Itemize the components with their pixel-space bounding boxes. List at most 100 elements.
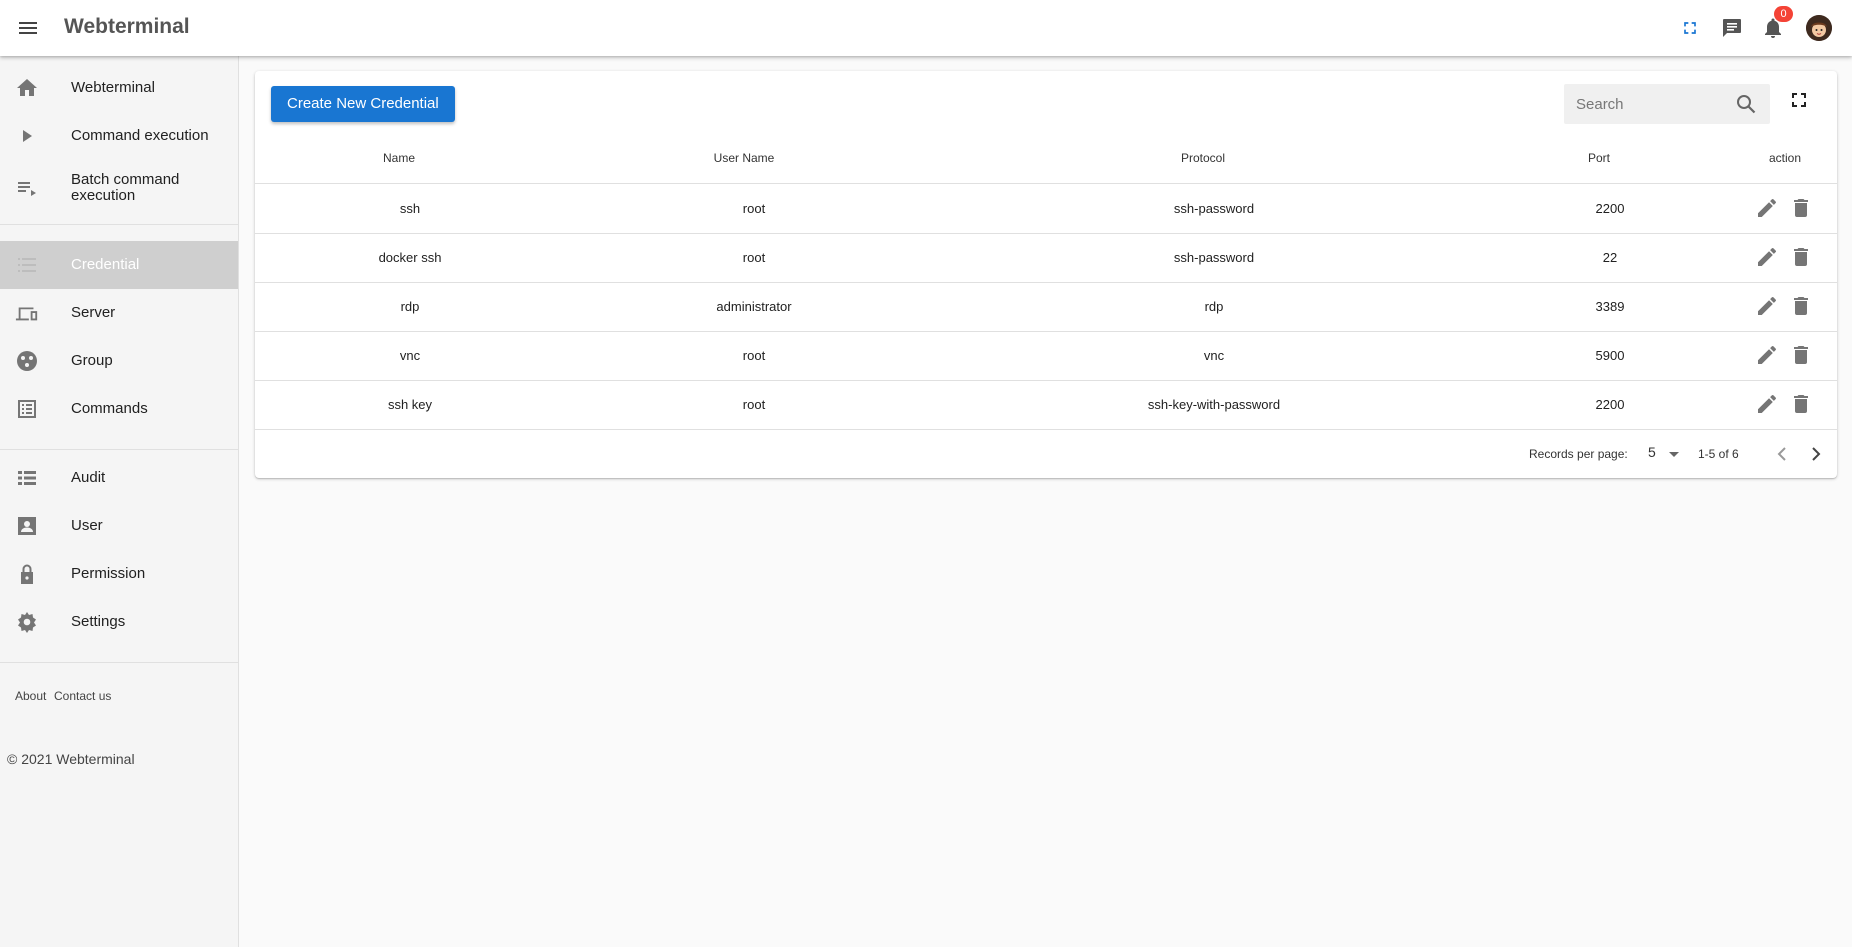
search-input[interactable]: [1576, 84, 1726, 124]
delete-icon[interactable]: [1789, 294, 1813, 318]
search-box: [1564, 84, 1770, 124]
column-header-port[interactable]: Port: [1588, 151, 1610, 165]
search-icon[interactable]: [1734, 92, 1758, 116]
table-row: vnc root vnc 5900: [255, 331, 1837, 380]
sidebar-item-label: Credential: [71, 256, 140, 273]
commands-icon: [15, 397, 39, 421]
column-header-protocol[interactable]: Protocol: [1181, 151, 1225, 165]
cell-port: 5900: [1595, 348, 1625, 363]
audit-list-icon: [15, 466, 39, 490]
edit-icon[interactable]: [1755, 392, 1779, 416]
sidebar-item-label: Group: [71, 352, 113, 369]
sidebar-item-batch-command-execution[interactable]: Batch command execution: [0, 160, 238, 216]
sidebar-item-command-execution[interactable]: Command execution: [0, 112, 238, 160]
records-per-page-label: Records per page:: [1529, 447, 1628, 461]
column-header-action: action: [1768, 151, 1802, 165]
cell-port: 3389: [1595, 299, 1625, 314]
playlist-icon: [15, 176, 39, 200]
cell-name: ssh key: [387, 397, 433, 412]
sidebar-item-label: Settings: [71, 613, 126, 630]
cell-port: 2200: [1595, 201, 1625, 216]
cell-protocol: rdp: [1204, 299, 1224, 314]
records-per-page-value: 5: [1648, 444, 1656, 460]
sidebar-item-label: Server: [71, 304, 116, 321]
about-link[interactable]: About: [15, 689, 46, 703]
sidebar-item-label: Permission: [71, 565, 146, 582]
devices-icon: [15, 301, 39, 325]
avatar[interactable]: [1806, 15, 1832, 41]
sidebar-item-permission[interactable]: Permission: [0, 550, 238, 598]
table-row: rdp administrator rdp 3389: [255, 282, 1837, 331]
cell-protocol: ssh-password: [1173, 250, 1255, 265]
fullscreen-icon[interactable]: [1787, 88, 1811, 112]
table-row: ssh root ssh-password 2200: [255, 184, 1837, 233]
cell-name: rdp: [400, 299, 420, 314]
sidebar-item-label: Webterminal: [71, 79, 155, 96]
menu-icon[interactable]: [16, 16, 40, 40]
sidebar-item-server[interactable]: Server: [0, 289, 238, 337]
sidebar-item-group[interactable]: Group: [0, 337, 238, 385]
sidebar-item-label: Batch command execution: [71, 171, 180, 204]
divider: [0, 449, 238, 450]
sidebar-item-settings[interactable]: Settings: [0, 598, 238, 646]
sidebar-item-label: Audit: [71, 469, 106, 486]
delete-icon[interactable]: [1789, 245, 1813, 269]
cell-name: ssh: [399, 201, 421, 216]
lock-icon: [15, 562, 39, 586]
cell-username: root: [742, 201, 766, 216]
sidebar-item-webterminal[interactable]: Webterminal: [0, 64, 238, 112]
cell-username: root: [742, 397, 766, 412]
column-header-name[interactable]: Name: [383, 151, 415, 165]
cell-port: 2200: [1595, 397, 1625, 412]
home-icon: [15, 76, 39, 100]
delete-icon[interactable]: [1789, 392, 1813, 416]
page-range: 1-5 of 6: [1698, 447, 1739, 461]
divider: [0, 224, 238, 225]
group-icon: [15, 349, 39, 373]
sidebar-item-credential[interactable]: Credential: [0, 241, 238, 289]
copyright: © 2021 Webterminal: [7, 751, 135, 767]
sidebar-item-label: Command execution: [71, 127, 209, 144]
edit-icon[interactable]: [1755, 196, 1779, 220]
app-bar: Webterminal 0: [0, 0, 1852, 56]
table-row: docker ssh root ssh-password 22: [255, 233, 1837, 282]
contact-us-link[interactable]: Contact us: [54, 689, 111, 703]
play-icon: [15, 124, 39, 148]
cell-protocol: vnc: [1203, 348, 1225, 363]
records-per-page-select[interactable]: 5: [1644, 443, 1686, 465]
cell-port: 22: [1602, 250, 1618, 265]
sidebar-item-commands[interactable]: Commands: [0, 385, 238, 433]
next-page-icon[interactable]: [1804, 442, 1828, 466]
create-credential-button[interactable]: Create New Credential: [271, 86, 455, 122]
user-card-icon: [15, 514, 39, 538]
credential-table-card: Create New Credential Name User Name Pro…: [255, 71, 1837, 478]
fullscreen-icon[interactable]: [1676, 14, 1704, 42]
cell-username: administrator: [716, 299, 792, 314]
sidebar-item-label: Commands: [71, 400, 148, 417]
sidebar: Webterminal Command execution Batch comm…: [0, 56, 239, 947]
chat-icon[interactable]: [1718, 14, 1746, 42]
gear-icon: [15, 610, 39, 634]
column-header-username[interactable]: User Name: [714, 151, 775, 165]
cell-name: docker ssh: [378, 250, 442, 265]
edit-icon[interactable]: [1755, 294, 1779, 318]
edit-icon[interactable]: [1755, 245, 1779, 269]
previous-page-icon[interactable]: [1770, 442, 1794, 466]
cell-protocol: ssh-password: [1173, 201, 1255, 216]
cell-username: root: [742, 250, 766, 265]
delete-icon[interactable]: [1789, 343, 1813, 367]
app-title: Webterminal: [64, 15, 190, 38]
sidebar-item-audit[interactable]: Audit: [0, 454, 238, 502]
edit-icon[interactable]: [1755, 343, 1779, 367]
chevron-down-icon: [1669, 452, 1679, 457]
sidebar-item-user[interactable]: User: [0, 502, 238, 550]
cell-username: root: [742, 348, 766, 363]
sidebar-item-label: User: [71, 517, 103, 534]
notification-badge: 0: [1774, 6, 1793, 22]
delete-icon[interactable]: [1789, 196, 1813, 220]
table-row: ssh key root ssh-key-with-password 2200: [255, 380, 1837, 429]
cell-protocol: ssh-key-with-password: [1147, 397, 1281, 412]
divider: [0, 662, 238, 663]
list-icon: [15, 253, 39, 277]
divider: [255, 429, 1837, 430]
